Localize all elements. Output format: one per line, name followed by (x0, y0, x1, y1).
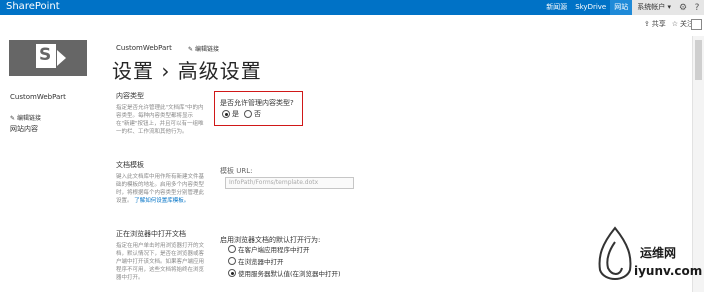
edit-links-label: 编辑链接 (194, 46, 219, 53)
section-title: 内容类型 (116, 92, 144, 100)
sharepoint-logo-icon (36, 44, 56, 68)
template-url-label: 模板 URL: (220, 167, 253, 175)
section-document-template: 文档模板 键入此文档库中用作所有新建文件基础的模板的地址。启用多个内容类型时，将… (116, 160, 206, 205)
link-newsfeed[interactable]: 新闻源 (542, 0, 571, 15)
content-types-radio-group: 是 否 (222, 109, 261, 119)
site-title[interactable]: CustomWebPart (116, 44, 172, 52)
link-sites[interactable]: 网站 (610, 0, 633, 15)
help-icon[interactable]: ? (690, 0, 704, 15)
section-content-types: 内容类型 指定是否允许管理此"文档库"中的内容类型。每种内容类型都将显示在"新建… (116, 91, 206, 136)
radio-server-default[interactable]: 使用服务器默认值(在浏览器中打开) (228, 268, 341, 278)
template-help-link[interactable]: 了解如何设置库模板。 (134, 198, 189, 204)
share-icon: ⇪ (643, 20, 650, 28)
nav-edit-label: 编辑链接 (16, 115, 41, 122)
brand-name[interactable]: SharePoint (6, 1, 60, 12)
radio-open-browser-indicator[interactable] (228, 257, 236, 265)
watermark-text-cn: 运维网 (640, 246, 677, 260)
user-menu[interactable]: 系统帐户 ▾ (632, 0, 676, 15)
watermark-text-url: iyunv.com (634, 264, 703, 278)
suite-links: 新闻源 SkyDrive 网站 系统帐户 ▾ ⚙ ? (542, 0, 704, 15)
radio-server-default-label: 使用服务器默认值(在浏览器中打开) (238, 270, 341, 278)
radio-open-browser-label: 在浏览器中打开 (238, 258, 284, 266)
radio-open-browser[interactable]: 在浏览器中打开 (228, 256, 341, 266)
nav-edit-links[interactable]: ✎ 编辑链接 (10, 113, 66, 122)
browser-open-radio-group: 在客户端应用程序中打开 在浏览器中打开 使用服务器默认值(在浏览器中打开) (228, 244, 341, 280)
radio-server-default-indicator[interactable] (228, 269, 236, 277)
radio-open-client-label: 在客户端应用程序中打开 (238, 246, 310, 254)
share-button[interactable]: ⇪ 共享 (644, 19, 666, 29)
pencil-icon: ✎ (10, 115, 17, 122)
radio-yes-label: 是 (232, 110, 239, 118)
content-types-question: 是否允许管理内容类型? (220, 99, 294, 107)
scrollbar-thumb[interactable] (695, 40, 702, 80)
pencil-icon: ✎ (188, 46, 195, 53)
template-url-input[interactable]: InfoPath/Forms/template.dotx (225, 177, 354, 189)
suite-bar: SharePoint 新闻源 SkyDrive 网站 系统帐户 ▾ ⚙ ? (0, 0, 704, 15)
section-description: 指定是否允许管理此"文档库"中的内容类型。每种内容类型都将显示在"新建"按钮上，… (116, 105, 204, 135)
page-title: 设置 › 高级设置 (112, 59, 262, 83)
page-actions: ⇪ 共享 ☆ 关注 (644, 19, 694, 29)
star-icon: ☆ (671, 20, 678, 28)
watermark-logo-icon (598, 226, 632, 280)
site-logo[interactable] (9, 40, 87, 76)
watermark: 运维网 iyunv.com (590, 224, 703, 288)
section-title: 正在浏览器中打开文档 (116, 230, 186, 238)
radio-open-client-indicator[interactable] (228, 245, 236, 253)
share-label: 共享 (651, 20, 666, 28)
section-description: 指定在用户单击时用浏览器打开的文档，默认情况下，是否在浏览器或客户端中打开该文档… (116, 243, 205, 281)
gear-icon[interactable]: ⚙ (676, 0, 690, 15)
radio-yes[interactable]: 是 (222, 109, 239, 119)
section-description: 键入此文档库中用作所有新建文件基础的模板的地址。启用多个内容类型时，将根据每个内… (116, 173, 206, 205)
link-skydrive[interactable]: SkyDrive (571, 0, 610, 15)
radio-no-indicator[interactable] (244, 110, 252, 118)
radio-yes-indicator[interactable] (222, 110, 230, 118)
radio-no-label: 否 (254, 110, 261, 118)
section-browser-open: 正在浏览器中打开文档 指定在用户单击时用浏览器打开的文档，默认情况下，是否在浏览… (116, 229, 206, 282)
focus-mode-icon[interactable] (691, 19, 702, 30)
radio-no[interactable]: 否 (244, 109, 261, 119)
nav-item-site-content[interactable]: 网站内容 (10, 124, 66, 134)
nav-item-site[interactable]: CustomWebPart (10, 93, 66, 101)
radio-open-client[interactable]: 在客户端应用程序中打开 (228, 244, 341, 254)
section-title: 文档模板 (116, 161, 144, 169)
edit-links-top[interactable]: ✎ 编辑链接 (188, 44, 219, 53)
left-nav: CustomWebPart ✎ 编辑链接 网站内容 (10, 93, 66, 134)
logo-arrow-icon (57, 50, 66, 66)
